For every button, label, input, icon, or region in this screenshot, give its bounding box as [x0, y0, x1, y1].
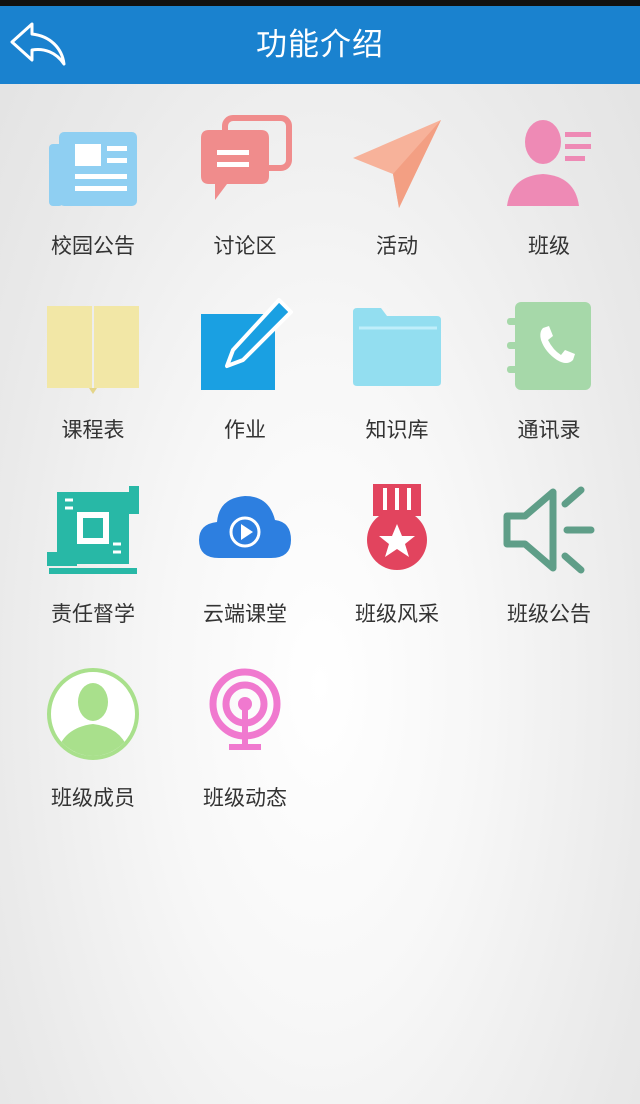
- speaker-icon: [503, 486, 595, 574]
- feature-label: 班级风采: [355, 602, 439, 626]
- medal-icon: [367, 484, 427, 570]
- feature-label: 班级公告: [507, 602, 591, 626]
- feature-class-notice[interactable]: 班级公告: [473, 476, 625, 660]
- feature-label: 知识库: [365, 418, 429, 442]
- paper-plane-icon: [353, 120, 441, 208]
- feature-label: 活动: [376, 234, 418, 258]
- feature-label: 课程表: [61, 418, 125, 442]
- feature-contacts[interactable]: 通讯录: [473, 292, 625, 476]
- feature-grid: 校园公告 讨论区 活动 班级 课程表 作业 知识库 通讯录 责任督学 云端课堂 …: [17, 108, 625, 844]
- address-book-icon: [507, 302, 591, 390]
- feature-activity[interactable]: 活动: [321, 108, 473, 292]
- chat-bubbles-icon: [201, 115, 292, 200]
- feature-label: 通讯录: [517, 418, 581, 442]
- feature-label: 班级: [528, 234, 570, 258]
- feature-class-members[interactable]: 班级成员: [17, 660, 169, 844]
- feature-label: 班级动态: [203, 786, 287, 810]
- feature-discussion[interactable]: 讨论区: [169, 108, 321, 292]
- feature-responsibility-supervision[interactable]: 责任督学: [17, 476, 169, 660]
- feature-label: 班级成员: [51, 786, 135, 810]
- feature-label: 校园公告: [51, 234, 135, 258]
- feature-label: 讨论区: [213, 234, 277, 258]
- feature-class[interactable]: 班级: [473, 108, 625, 292]
- member-avatar-icon: [47, 668, 139, 760]
- feature-homework[interactable]: 作业: [169, 292, 321, 476]
- feature-cloud-classroom[interactable]: 云端课堂: [169, 476, 321, 660]
- feature-label: 作业: [224, 418, 266, 442]
- broadcast-icon: [209, 668, 281, 750]
- circuit-board-icon: [47, 486, 139, 574]
- feature-label: 云端课堂: [203, 602, 287, 626]
- feature-knowledge-base[interactable]: 知识库: [321, 292, 473, 476]
- contact-card-icon: [507, 120, 591, 206]
- feature-class-updates[interactable]: 班级动态: [169, 660, 321, 844]
- newspaper-icon: [49, 132, 137, 206]
- edit-icon: [201, 298, 293, 390]
- page-title: 功能介绍: [256, 27, 384, 63]
- feature-campus-notice[interactable]: 校园公告: [17, 108, 169, 292]
- folder-icon: [353, 308, 441, 386]
- feature-timetable[interactable]: 课程表: [17, 292, 169, 476]
- app-header: 功能介绍: [0, 6, 640, 84]
- feature-label: 责任督学: [51, 602, 135, 626]
- feature-class-showcase[interactable]: 班级风采: [321, 476, 473, 660]
- book-icon: [47, 306, 139, 394]
- cloud-play-icon: [199, 496, 291, 558]
